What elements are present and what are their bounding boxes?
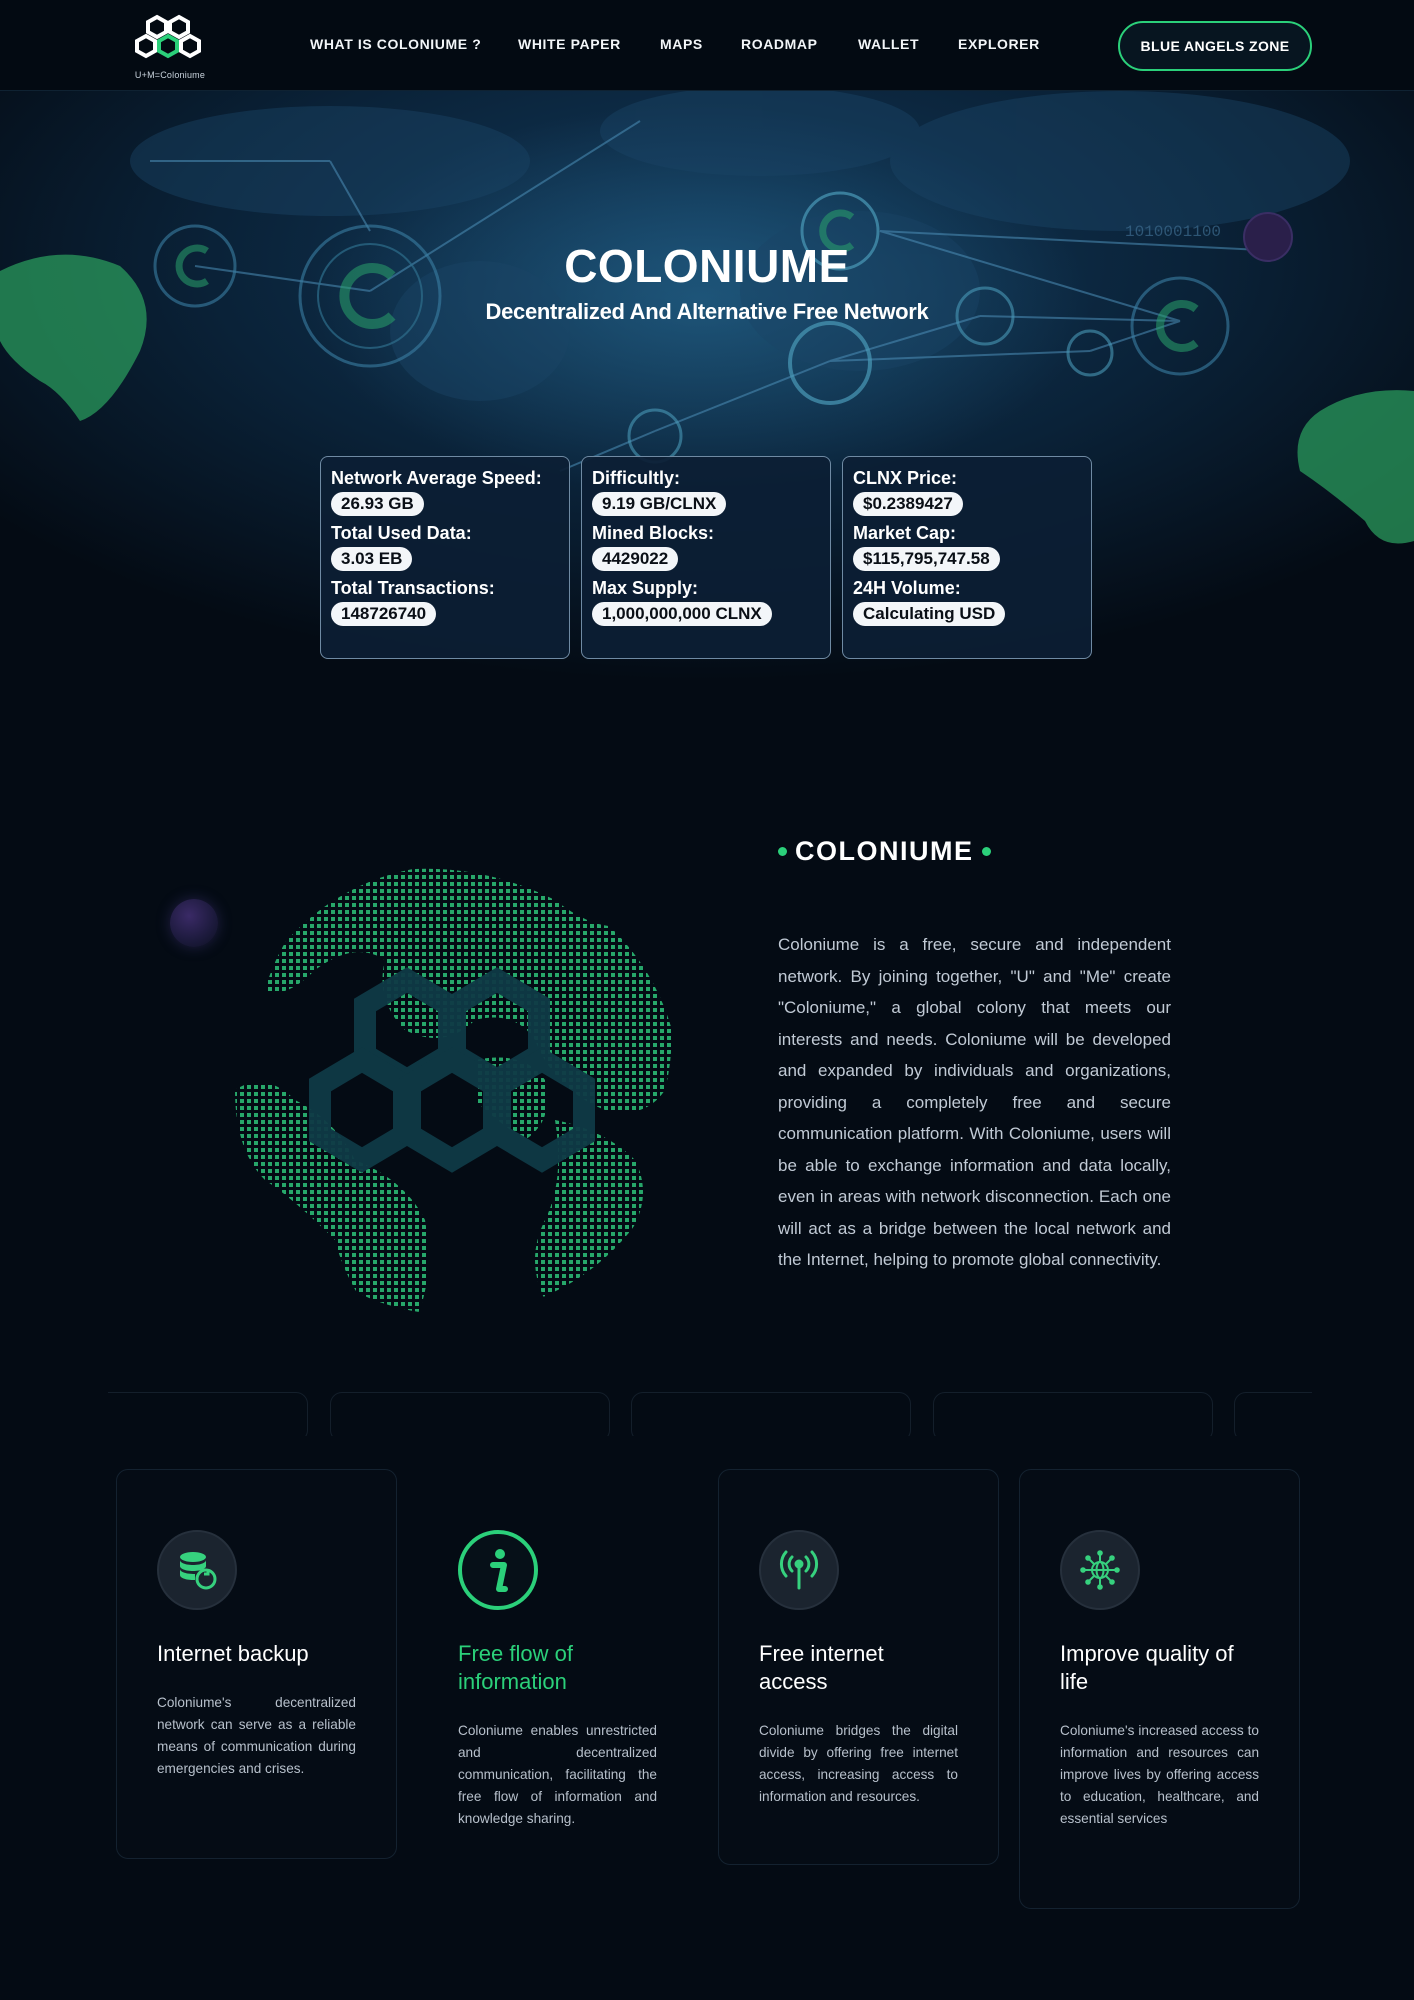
feature-description: Coloniume's decentralized network can se… bbox=[157, 1695, 356, 1776]
stat-label: Mined Blocks: bbox=[592, 523, 715, 543]
stat-label: Market Cap: bbox=[853, 523, 957, 543]
hexagon-logo-icon bbox=[135, 14, 201, 59]
feature-title: Internet backup bbox=[157, 1641, 309, 1666]
database-restore-icon bbox=[157, 1530, 237, 1610]
stat-value: $0.2389427 bbox=[853, 492, 963, 516]
nav-white-paper[interactable]: WHITE PAPER bbox=[518, 36, 621, 52]
stat-value: 148726740 bbox=[331, 602, 437, 626]
tab-ghost[interactable] bbox=[330, 1392, 610, 1436]
feature-card-free-flow[interactable]: Free flow of information Coloniume enabl… bbox=[417, 1469, 698, 1859]
about-paragraph: Coloniume is a free, secure and independ… bbox=[778, 935, 1171, 1269]
tab-ghost[interactable] bbox=[108, 1392, 308, 1436]
mining-stats-card: Difficultly: 9.19 GB/CLNX Mined Blocks: … bbox=[581, 456, 831, 659]
stat-value: 26.93 GB bbox=[331, 492, 424, 516]
stat-value: 4429022 bbox=[592, 547, 679, 571]
coloniume-hex-watermark bbox=[309, 967, 595, 1173]
heading-dot-right bbox=[981, 846, 991, 856]
dotted-globe-illustration bbox=[235, 868, 672, 1315]
stat-label: Max Supply: bbox=[592, 578, 699, 598]
nav-maps[interactable]: MAPS bbox=[660, 36, 703, 52]
blue-angels-zone-button[interactable]: BLUE ANGELS ZONE bbox=[1118, 21, 1312, 71]
stat-value: 1,000,000,000 CLNX bbox=[592, 602, 772, 626]
feature-description: Coloniume bridges the digital divide by … bbox=[759, 1723, 958, 1804]
stat-label: 24H Volume: bbox=[853, 578, 961, 598]
feature-description: Coloniume enables unrestricted and decen… bbox=[458, 1723, 657, 1826]
about-heading-text: COLONIUME bbox=[795, 835, 974, 866]
slider-tabs-strip bbox=[108, 1392, 1312, 1436]
network-stats-card: Network Average Speed: 26.93 GB Total Us… bbox=[320, 456, 570, 659]
feature-card-free-internet[interactable]: Free internet access Coloniume bridges t… bbox=[718, 1469, 999, 1865]
logo-caption: U+M=Coloniume bbox=[134, 70, 206, 80]
hero-title: COLONIUME bbox=[564, 240, 850, 292]
nav-wallet[interactable]: WALLET bbox=[858, 36, 919, 52]
hero-subtitle: Decentralized And Alternative Free Netwo… bbox=[485, 299, 929, 324]
tab-ghost[interactable] bbox=[631, 1392, 911, 1436]
feature-title: Free internet access bbox=[759, 1641, 884, 1694]
tab-ghost[interactable] bbox=[933, 1392, 1213, 1436]
feature-card-internet-backup[interactable]: Internet backup Coloniume's decentralize… bbox=[116, 1469, 397, 1859]
market-stats-card: CLNX Price: $0.2389427 Market Cap: $115,… bbox=[842, 456, 1092, 659]
nav-roadmap[interactable]: ROADMAP bbox=[741, 36, 818, 52]
globe-network-icon bbox=[1060, 1530, 1140, 1610]
info-icon bbox=[458, 1530, 538, 1610]
site-header: U+M=Coloniume WHAT IS COLONIUME ? WHITE … bbox=[0, 0, 1414, 91]
nav-what-is-coloniume[interactable]: WHAT IS COLONIUME ? bbox=[310, 36, 481, 52]
tab-ghost[interactable] bbox=[1234, 1392, 1312, 1436]
stat-value: $115,795,747.58 bbox=[853, 547, 1000, 571]
heading-dot-left bbox=[778, 846, 787, 856]
stat-label: CLNX Price: bbox=[853, 468, 958, 488]
feature-title: Free flow of information bbox=[458, 1641, 573, 1694]
stat-label: Difficultly: bbox=[592, 468, 680, 488]
stat-label: Total Used Data: bbox=[331, 523, 472, 543]
stat-label: Total Transactions: bbox=[331, 578, 495, 598]
feature-description: Coloniume's increased access to informat… bbox=[1060, 1723, 1259, 1826]
feature-card-quality-of-life[interactable]: Improve quality of life Coloniume's incr… bbox=[1019, 1469, 1300, 1909]
about-heading: COLONIUME bbox=[778, 834, 991, 868]
stat-value: Calculating USD bbox=[853, 602, 1006, 626]
decorative-orb bbox=[170, 899, 218, 947]
stat-label: Network Average Speed: bbox=[331, 468, 542, 488]
feature-title: Improve quality of life bbox=[1060, 1641, 1234, 1694]
nav-explorer[interactable]: EXPLORER bbox=[958, 36, 1040, 52]
antenna-icon bbox=[759, 1530, 839, 1610]
stat-value: 9.19 GB/CLNX bbox=[592, 492, 727, 516]
coloniume-logo[interactable]: U+M=Coloniume bbox=[128, 14, 212, 82]
stat-value: 3.03 EB bbox=[331, 547, 413, 571]
